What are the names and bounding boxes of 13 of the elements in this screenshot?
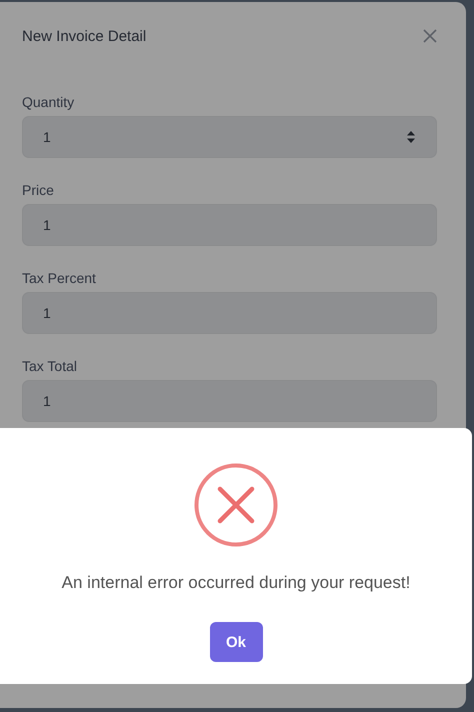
input-field[interactable]: 1 [22,380,437,422]
field-label: Tax Percent [22,270,97,286]
error-message: An internal error occurred during your request! [62,572,410,594]
field-label: Tax Total [22,358,78,374]
field-label: Quantity [22,94,76,110]
error-icon [194,463,278,547]
ok-button[interactable]: Ok [210,622,262,662]
input-field[interactable]: 1 [22,204,437,246]
field-label: Price [22,182,55,198]
dialog-title: New Invoice Detail [22,28,146,44]
input-field[interactable]: 1 [22,116,437,158]
input-field[interactable]: 1 [22,292,437,334]
spinner-icon[interactable] [406,130,416,144]
